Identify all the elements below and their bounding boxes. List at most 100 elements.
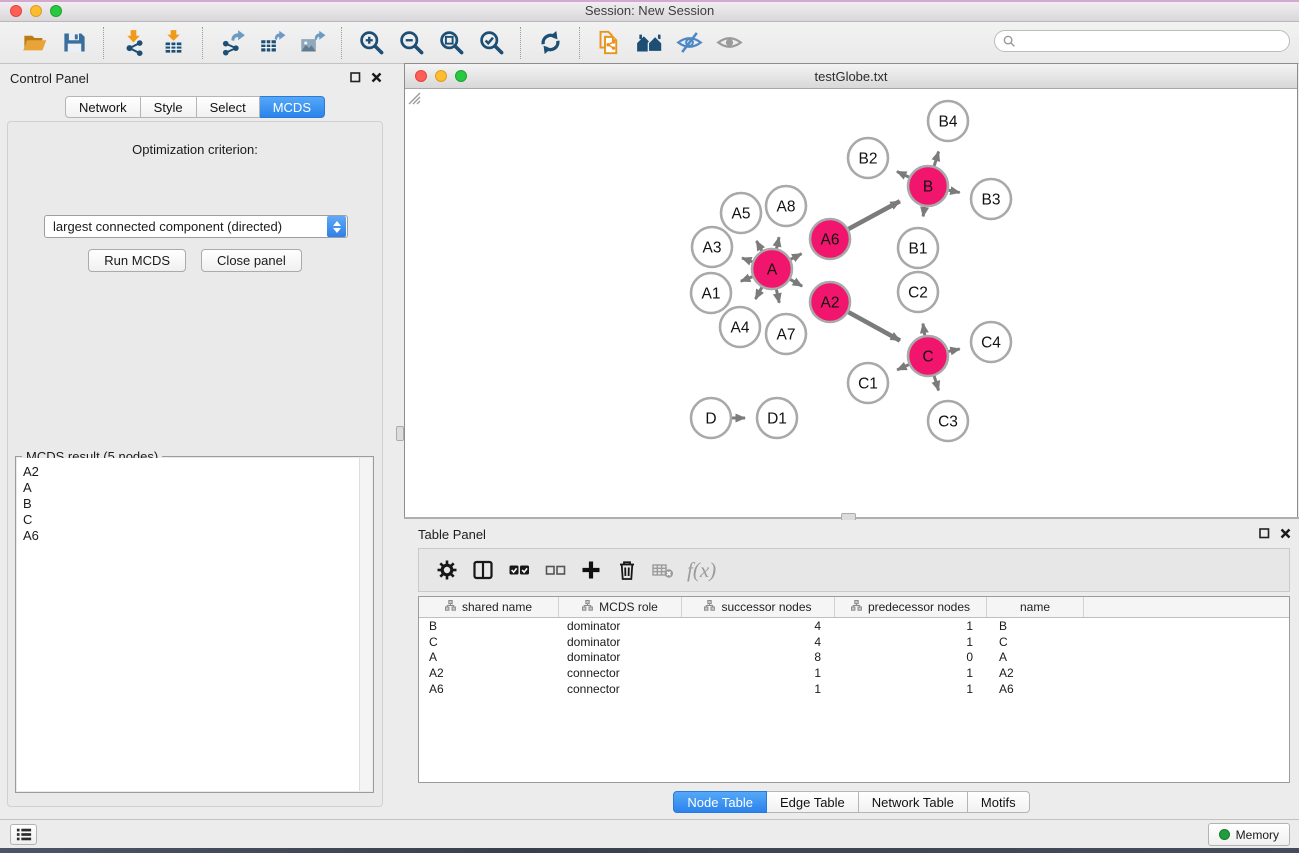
graph-edge-C-C2[interactable] bbox=[923, 324, 925, 336]
graph-edge-A-A7[interactable] bbox=[776, 290, 779, 303]
float-panel-button[interactable] bbox=[349, 71, 361, 83]
zoom-fit-button[interactable] bbox=[434, 26, 468, 60]
table-cell[interactable]: connector bbox=[559, 665, 682, 681]
mcds-result-list[interactable]: A2ABCA6 bbox=[17, 458, 372, 791]
show-columns-button[interactable] bbox=[465, 552, 501, 588]
close-panel-icon-button[interactable] bbox=[370, 71, 382, 83]
export-network-button[interactable] bbox=[215, 26, 249, 60]
column-header-shared-name[interactable]: shared name bbox=[419, 597, 559, 617]
graph-edge-A-A3[interactable] bbox=[742, 258, 752, 262]
show-graphics-button[interactable] bbox=[712, 26, 746, 60]
table-cell[interactable]: A2 bbox=[987, 665, 1084, 681]
graph-edge-B-B3[interactable] bbox=[949, 190, 960, 192]
graph-edge-A-A4[interactable] bbox=[755, 287, 761, 299]
delete-column-button[interactable] bbox=[609, 552, 645, 588]
table-row[interactable]: Bdominator41B bbox=[419, 618, 1289, 634]
float-table-panel-button[interactable] bbox=[1258, 527, 1270, 539]
search-field[interactable] bbox=[994, 30, 1290, 52]
result-item[interactable]: A bbox=[17, 480, 372, 496]
table-cell[interactable]: 8 bbox=[682, 650, 835, 666]
result-item[interactable]: B bbox=[17, 496, 372, 512]
zoom-out-button[interactable] bbox=[394, 26, 428, 60]
table-cell[interactable]: connector bbox=[559, 681, 682, 697]
table-cell[interactable]: dominator bbox=[559, 618, 682, 634]
close-panel-button[interactable]: Close panel bbox=[201, 249, 302, 272]
window-resize-grip[interactable] bbox=[405, 89, 421, 105]
table-cell[interactable]: A6 bbox=[987, 681, 1084, 697]
column-header-predecessor-nodes[interactable]: predecessor nodes bbox=[835, 597, 987, 617]
tab-network-table[interactable]: Network Table bbox=[859, 791, 968, 813]
save-session-button[interactable] bbox=[57, 26, 91, 60]
graph-edge-A-A5[interactable] bbox=[756, 241, 761, 251]
table-cell[interactable]: A bbox=[987, 650, 1084, 666]
search-input[interactable] bbox=[1017, 32, 1289, 50]
table-cell[interactable]: 0 bbox=[835, 650, 987, 666]
table-cell[interactable]: B bbox=[987, 618, 1084, 634]
refresh-layout-button[interactable] bbox=[533, 26, 567, 60]
run-mcds-button[interactable]: Run MCDS bbox=[88, 249, 186, 272]
vertical-splitter-grip[interactable] bbox=[396, 426, 404, 441]
table-cell[interactable]: A2 bbox=[419, 665, 559, 681]
table-row[interactable]: A6connector11A6 bbox=[419, 681, 1289, 697]
table-row[interactable]: Cdominator41C bbox=[419, 634, 1289, 650]
table-cell[interactable]: 4 bbox=[682, 634, 835, 650]
table-cell[interactable]: 1 bbox=[682, 681, 835, 697]
graph-edge-A-A6[interactable] bbox=[791, 254, 802, 260]
table-row[interactable]: A2connector11A2 bbox=[419, 665, 1289, 681]
tab-style[interactable]: Style bbox=[141, 96, 197, 118]
table-cell[interactable]: 4 bbox=[682, 618, 835, 634]
close-table-panel-button[interactable] bbox=[1279, 527, 1291, 539]
table-cell[interactable]: 1 bbox=[835, 681, 987, 697]
graph-edge-A-A2[interactable] bbox=[790, 279, 802, 286]
tab-network[interactable]: Network bbox=[65, 96, 141, 118]
table-cell[interactable]: C bbox=[419, 634, 559, 650]
table-settings-button[interactable] bbox=[429, 552, 465, 588]
column-header-name[interactable]: name bbox=[987, 597, 1084, 617]
tab-edge-table[interactable]: Edge Table bbox=[767, 791, 859, 813]
export-image-button[interactable] bbox=[295, 26, 329, 60]
graph-edge-C-C4[interactable] bbox=[948, 349, 959, 352]
tab-mcds[interactable]: MCDS bbox=[260, 96, 325, 118]
table-cell[interactable]: 1 bbox=[835, 634, 987, 650]
select-all-button[interactable] bbox=[501, 552, 537, 588]
graph-edge-B-B4[interactable] bbox=[934, 152, 938, 166]
home-view-button[interactable] bbox=[632, 26, 666, 60]
open-session-button[interactable] bbox=[17, 26, 51, 60]
tab-motifs[interactable]: Motifs bbox=[968, 791, 1030, 813]
graph-edge-A6-B[interactable] bbox=[848, 201, 899, 229]
task-history-button[interactable] bbox=[10, 824, 37, 845]
result-item[interactable]: A2 bbox=[17, 464, 372, 480]
function-builder-button[interactable]: f(x) bbox=[681, 552, 716, 588]
result-scrollbar[interactable] bbox=[359, 458, 372, 791]
table-row[interactable]: Adominator80A bbox=[419, 650, 1289, 666]
graph-edge-C-C1[interactable] bbox=[897, 365, 909, 370]
graph-edge-A-A1[interactable] bbox=[741, 277, 753, 282]
import-network-button[interactable] bbox=[116, 26, 150, 60]
table-cell[interactable]: B bbox=[419, 618, 559, 634]
tab-select[interactable]: Select bbox=[197, 96, 260, 118]
tab-node-table[interactable]: Node Table bbox=[673, 791, 767, 813]
graph-edge-A-A8[interactable] bbox=[777, 237, 780, 248]
hide-graphics-button[interactable] bbox=[672, 26, 706, 60]
graph-edge-C-C3[interactable] bbox=[934, 376, 938, 390]
table-cell[interactable]: 1 bbox=[835, 665, 987, 681]
export-table-button[interactable] bbox=[255, 26, 289, 60]
result-item[interactable]: C bbox=[17, 512, 372, 528]
memory-button[interactable]: Memory bbox=[1208, 823, 1290, 846]
optimization-criterion-dropdown[interactable]: largest connected component (directed) bbox=[44, 215, 348, 238]
table-cell[interactable]: 1 bbox=[682, 665, 835, 681]
graph-edge-B-B2[interactable] bbox=[897, 172, 909, 178]
table-cell[interactable]: A6 bbox=[419, 681, 559, 697]
table-cell[interactable]: dominator bbox=[559, 634, 682, 650]
graph-edge-B-B1[interactable] bbox=[923, 207, 925, 217]
graph-edge-A2-C[interactable] bbox=[848, 312, 900, 340]
create-column-button[interactable] bbox=[573, 552, 609, 588]
table-cell[interactable]: C bbox=[987, 634, 1084, 650]
result-item[interactable]: A6 bbox=[17, 528, 372, 544]
column-header-MCDS-role[interactable]: MCDS role bbox=[559, 597, 682, 617]
network-canvas[interactable]: B4B2BB3A8A5A6A3B1AC2A1A2A4A7C4CC1DD1C3 bbox=[405, 89, 1297, 517]
deselect-all-button[interactable] bbox=[537, 552, 573, 588]
table-cell[interactable]: A bbox=[419, 650, 559, 666]
import-table-button[interactable] bbox=[156, 26, 190, 60]
zoom-in-button[interactable] bbox=[354, 26, 388, 60]
